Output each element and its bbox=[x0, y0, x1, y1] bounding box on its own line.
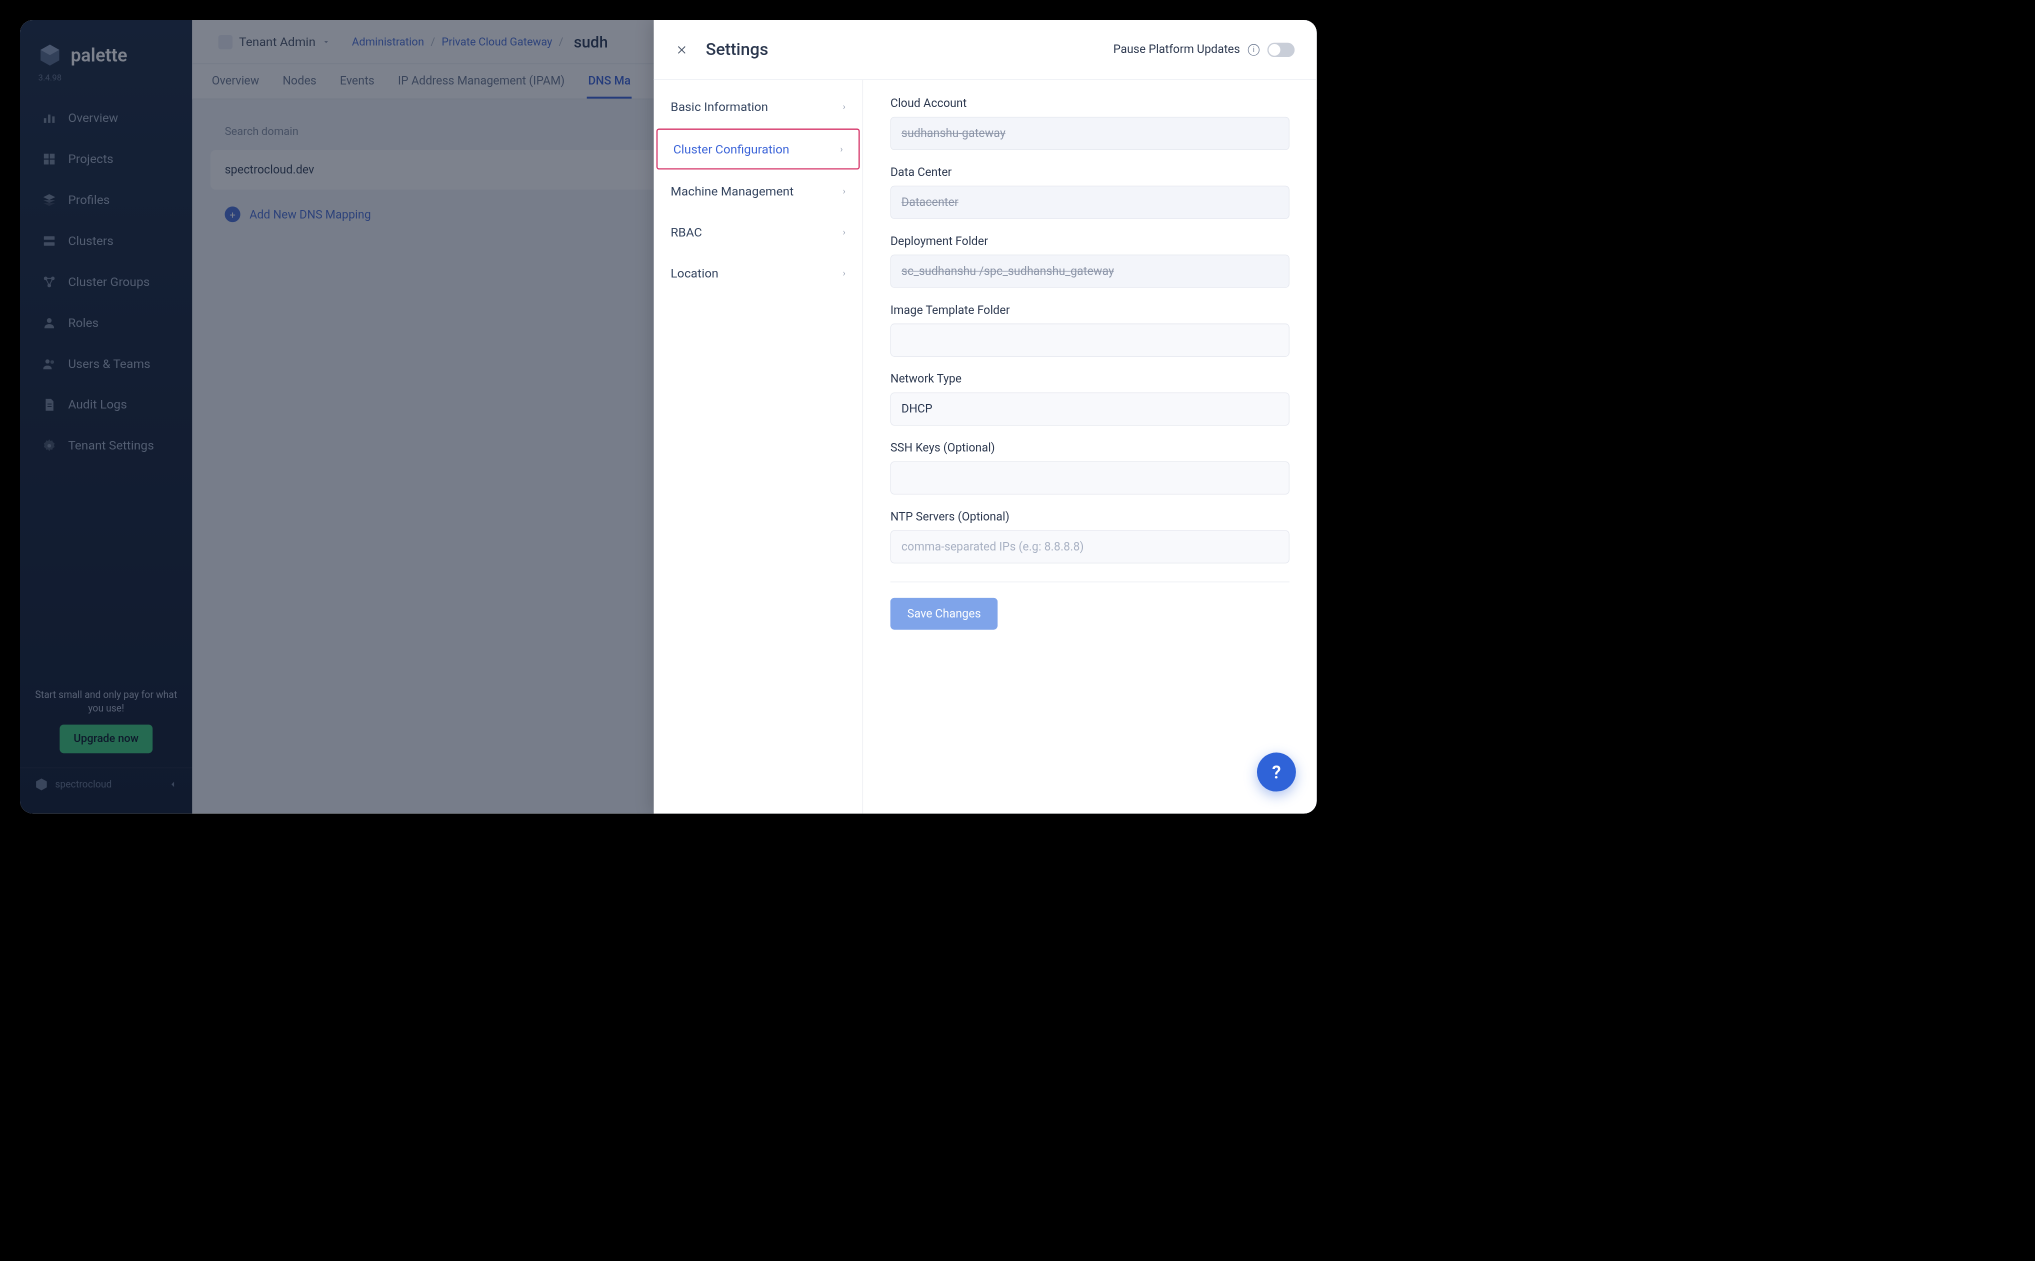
chevron-right-icon: › bbox=[843, 186, 846, 196]
settings-nav: Basic Information › Cluster Configuratio… bbox=[654, 80, 863, 814]
field-data-center: Data Center Datacenter bbox=[890, 166, 1289, 219]
field-ssh-keys: SSH Keys (Optional) bbox=[890, 441, 1289, 494]
ntp-servers-input[interactable] bbox=[890, 530, 1289, 563]
field-deployment-folder: Deployment Folder sc_sudhanshu /spc_sudh… bbox=[890, 234, 1289, 287]
help-icon: ? bbox=[1272, 761, 1281, 782]
cluster-config-form: Cloud Account sudhanshu-gateway Data Cen… bbox=[863, 80, 1317, 814]
network-type-input[interactable] bbox=[890, 392, 1289, 425]
settings-nav-machine-management[interactable]: Machine Management › bbox=[654, 171, 863, 212]
settings-nav-location[interactable]: Location › bbox=[654, 253, 863, 294]
chevron-right-icon: › bbox=[843, 268, 846, 278]
pause-updates-control: Pause Platform Updates i bbox=[1113, 42, 1294, 56]
deployment-folder-value: sc_sudhanshu /spc_sudhanshu_gateway bbox=[890, 255, 1289, 288]
cloud-account-value: sudhanshu-gateway bbox=[890, 117, 1289, 150]
field-ntp-servers: NTP Servers (Optional) bbox=[890, 510, 1289, 563]
field-cloud-account: Cloud Account sudhanshu-gateway bbox=[890, 97, 1289, 150]
chevron-right-icon: › bbox=[843, 227, 846, 237]
settings-drawer: Settings Pause Platform Updates i Basic … bbox=[654, 20, 1317, 814]
drawer-header: Settings Pause Platform Updates i bbox=[654, 20, 1317, 80]
close-button[interactable] bbox=[676, 44, 688, 56]
pause-toggle[interactable] bbox=[1267, 42, 1294, 56]
close-icon bbox=[676, 44, 688, 56]
chevron-right-icon: › bbox=[840, 144, 843, 154]
field-network-type: Network Type bbox=[890, 372, 1289, 425]
info-icon[interactable]: i bbox=[1248, 44, 1260, 56]
ssh-keys-input[interactable] bbox=[890, 461, 1289, 494]
drawer-body: Basic Information › Cluster Configuratio… bbox=[654, 80, 1317, 814]
settings-nav-cluster-configuration[interactable]: Cluster Configuration › bbox=[656, 129, 859, 170]
pause-label: Pause Platform Updates bbox=[1113, 43, 1240, 57]
field-image-template-folder: Image Template Folder bbox=[890, 303, 1289, 356]
settings-nav-basic-information[interactable]: Basic Information › bbox=[654, 86, 863, 127]
drawer-title: Settings bbox=[706, 40, 769, 60]
help-button[interactable]: ? bbox=[1257, 753, 1296, 792]
settings-nav-rbac[interactable]: RBAC › bbox=[654, 212, 863, 253]
save-changes-button[interactable]: Save Changes bbox=[890, 598, 997, 630]
chevron-right-icon: › bbox=[843, 102, 846, 112]
image-template-folder-input[interactable] bbox=[890, 324, 1289, 357]
form-divider bbox=[890, 582, 1289, 583]
data-center-value: Datacenter bbox=[890, 186, 1289, 219]
